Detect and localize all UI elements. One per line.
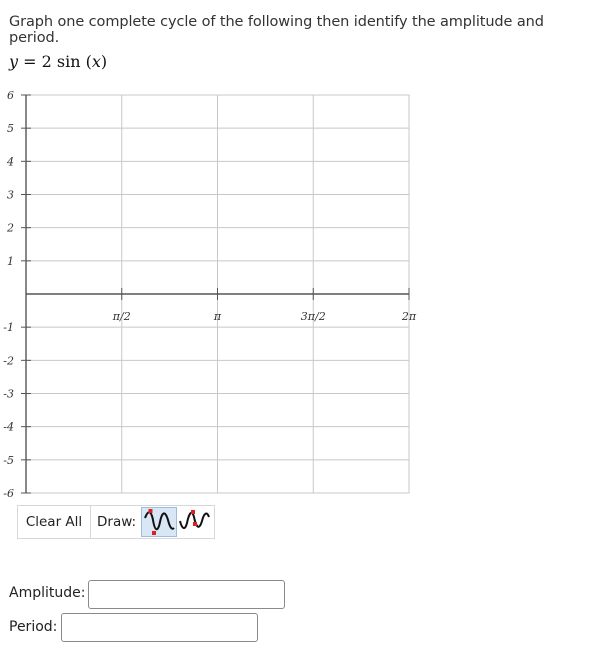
sine-tool-button[interactable] [141,507,177,537]
y-tick-label: -3 [3,388,14,401]
period-label: Period: [9,619,58,635]
period-input[interactable] [61,613,258,642]
y-tick-label: 1 [7,255,14,268]
x-tick-label: π/2 [112,310,131,323]
y-tick-label: -2 [3,354,14,367]
y-tick-label: -4 [3,421,14,434]
y-tick-label: -1 [3,321,14,334]
sine-wave-icon [144,509,175,535]
graph-toolbar: Clear All Draw: [17,505,215,539]
x-tick-label: 3π/2 [301,310,326,323]
cosine-wave-icon [179,510,210,529]
graph-canvas[interactable]: 6 5 4 3 2 1 -1 -2 -3 -4 -5 -6 π/2 π 3π/2 2π [0,0,594,505]
x-tick-label: 2π [401,310,417,323]
amplitude-input[interactable] [88,580,285,609]
y-tick-label: -6 [3,487,14,500]
y-tick-label: 3 [7,189,14,202]
draw-label: Draw: [97,514,137,530]
y-tick-label: 6 [7,89,14,102]
amplitude-label: Amplitude: [9,585,86,601]
y-tick-label: 5 [7,122,14,135]
cosine-tool-button[interactable] [177,507,213,537]
clear-all-button[interactable]: Clear All [18,506,91,538]
x-tick-label: π [213,310,222,323]
y-tick-label: 2 [6,222,14,235]
y-tick-label: -5 [3,454,14,467]
y-tick-label: 4 [6,155,14,168]
